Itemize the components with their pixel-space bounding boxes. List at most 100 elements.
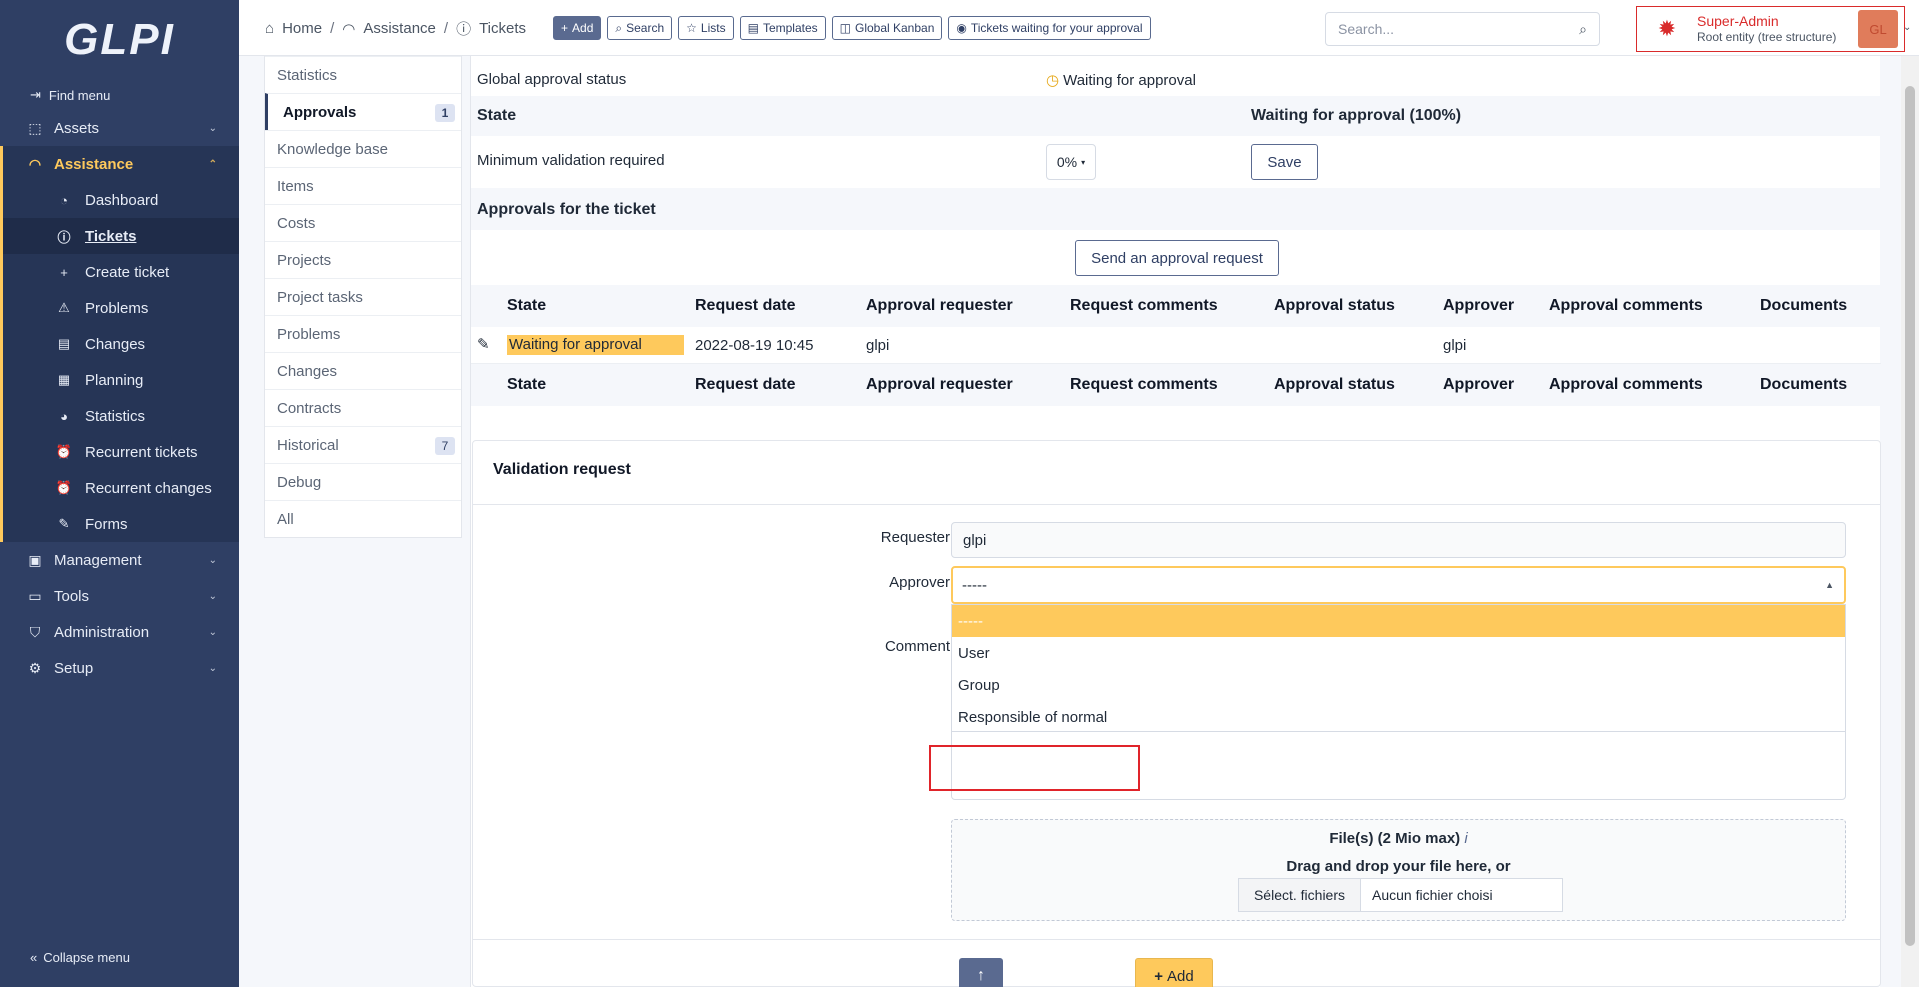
nav-assistance[interactable]: ◠ Assistance ⌃ <box>0 146 239 182</box>
min-validation-select[interactable]: 0% ▾ <box>1046 144 1096 180</box>
user-entity: Root entity (tree structure) <box>1697 30 1837 44</box>
global-approval-label: Global approval status <box>477 71 627 88</box>
avatar[interactable]: GL <box>1858 10 1898 48</box>
headset-icon: ◠ <box>342 20 356 38</box>
plus-icon: + <box>60 264 68 280</box>
add-button[interactable]: + Add <box>553 16 602 40</box>
tab-project-tasks[interactable]: Project tasks <box>265 278 461 315</box>
send-approval-request-button[interactable]: Send an approval request <box>1075 240 1279 276</box>
nav-recurrent-changes[interactable]: ⏰ Recurrent changes <box>3 470 239 506</box>
find-menu-link[interactable]: ⇥ Find menu <box>0 80 239 110</box>
tab-changes[interactable]: Changes <box>265 352 461 389</box>
nav-forms[interactable]: ✎ Forms <box>3 506 239 542</box>
save-button[interactable]: Save <box>1251 144 1318 180</box>
tab-contracts[interactable]: Contracts <box>265 389 461 426</box>
tab-knowledge-base[interactable]: Knowledge base <box>265 130 461 167</box>
nav-assets[interactable]: ⬚ Assets ⌄ <box>0 110 239 146</box>
state-value: Waiting for approval (100%) <box>1251 107 1462 124</box>
nav-management[interactable]: ▣ Management ⌄ <box>0 542 239 578</box>
wallet-icon: ▣ <box>28 551 42 568</box>
clock-icon: ◷ <box>1046 72 1060 89</box>
nav-recurrent-tickets[interactable]: ⏰ Recurrent tickets <box>3 434 239 470</box>
approvals-section-title: Approvals for the ticket <box>477 201 656 218</box>
nav-changes[interactable]: ▤ Changes <box>3 326 239 362</box>
no-file-text: Aucun fichier choisi <box>1372 887 1493 903</box>
choose-files-button[interactable]: Sélect. fichiers <box>1239 879 1361 911</box>
global-search-input[interactable]: Search... ⌕ <box>1325 12 1600 46</box>
tab-label: Changes <box>277 362 338 380</box>
collapse-menu-button[interactable]: « Collapse menu <box>30 950 130 965</box>
bug-icon[interactable]: ✹ <box>1637 16 1697 42</box>
approvals-table-header: State Request date Approval requester Re… <box>471 285 1881 327</box>
breadcrumb-home[interactable]: Home <box>282 20 322 37</box>
col-approval-comments: Approval comments <box>1549 376 1703 393</box>
info-icon[interactable]: i <box>1464 830 1467 847</box>
dropdown-option-user[interactable]: User <box>952 637 1845 669</box>
tab-costs[interactable]: Costs <box>265 204 461 241</box>
add-validation-button[interactable]: + Add <box>1135 958 1213 987</box>
search-placeholder: Search... <box>1338 21 1395 37</box>
breadcrumb-separator: / <box>443 20 449 37</box>
templates-button[interactable]: ▤ Templates <box>739 16 826 40</box>
search-icon[interactable]: ⌕ <box>1579 21 1587 38</box>
page-scrollbar[interactable] <box>1901 56 1919 987</box>
columns-icon: ◫ <box>839 21 851 35</box>
nav-recurrent-changes-label: Recurrent changes <box>85 479 212 497</box>
nav-setup[interactable]: ⚙ Setup ⌄ <box>0 650 239 686</box>
nav-administration[interactable]: ⛉ Administration ⌄ <box>0 614 239 650</box>
tab-approvals[interactable]: Approvals 1 <box>265 93 461 130</box>
scrollbar-thumb[interactable] <box>1905 86 1915 946</box>
top-header: ⌂ Home / ◠ Assistance / ⓘ Tickets + Add ⌕… <box>239 0 1919 56</box>
scroll-top-button[interactable]: ↑ <box>959 958 1003 987</box>
breadcrumb-tickets[interactable]: Tickets <box>479 20 526 37</box>
template-icon: ▤ <box>747 21 759 35</box>
lists-button[interactable]: ☆ Lists <box>678 16 734 40</box>
requester-field[interactable]: glpi <box>951 522 1846 558</box>
col-approval-status: Approval status <box>1274 297 1395 314</box>
plus-icon: + <box>561 21 569 35</box>
arrow-right-icon: ⇥ <box>30 87 41 102</box>
nav-assistance-label: Assistance <box>54 155 134 173</box>
chevron-up-icon: ⌃ <box>208 158 217 170</box>
file-dropzone[interactable]: File(s) (2 Mio max) i Drag and drop your… <box>951 819 1846 921</box>
tab-items[interactable]: Items <box>265 167 461 204</box>
waiting-approval-button[interactable]: ◉ Tickets waiting for your approval <box>948 16 1151 40</box>
approver-select[interactable]: ----- ▲ <box>951 566 1846 604</box>
nav-problems[interactable]: ⚠ Problems <box>3 290 239 326</box>
search-button[interactable]: ⌕ Search <box>607 16 673 40</box>
nav-statistics[interactable]: ◕ Statistics <box>3 398 239 434</box>
tab-debug[interactable]: Debug <box>265 463 461 500</box>
dropdown-option-group[interactable]: Group <box>952 669 1845 701</box>
nav-dashboard[interactable]: ◔ Dashboard <box>3 182 239 218</box>
col-approval-comments: Approval comments <box>1549 297 1703 314</box>
nav-setup-label: Setup <box>54 659 94 677</box>
tab-problems[interactable]: Problems <box>265 315 461 352</box>
edit-icon[interactable]: ✎ <box>477 335 490 353</box>
nav-create-ticket-label: Create ticket <box>85 263 170 281</box>
gauge-icon: ◔ <box>60 192 68 208</box>
tab-label: Statistics <box>277 66 338 84</box>
nav-recurrent-tickets-label: Recurrent tickets <box>85 443 198 461</box>
add-validation-label: Add <box>1167 967 1194 985</box>
nav-tickets[interactable]: ⓘ Tickets <box>3 218 239 254</box>
dropdown-option-none[interactable]: ----- <box>952 605 1845 637</box>
chevron-down-icon[interactable]: ⌄ <box>1903 22 1911 33</box>
tab-projects[interactable]: Projects <box>265 241 461 278</box>
tab-all[interactable]: All <box>265 500 461 537</box>
nav-create-ticket[interactable]: + Create ticket <box>3 254 239 290</box>
requester-label: Requester <box>880 529 950 546</box>
tab-statistics[interactable]: Statistics <box>265 56 461 93</box>
breadcrumb-assistance[interactable]: Assistance <box>363 20 436 37</box>
col-approval-requester: Approval requester <box>866 376 1013 393</box>
tab-historical[interactable]: Historical 7 <box>265 426 461 463</box>
dropdown-option-responsible[interactable]: Responsible of normal <box>952 701 1845 733</box>
validation-request-title: Validation request <box>493 461 631 478</box>
glpi-logo: GLPI <box>64 15 175 64</box>
box-icon: ⬚ <box>28 119 42 136</box>
tab-label: Approvals <box>283 103 357 121</box>
global-kanban-button[interactable]: ◫ Global Kanban <box>831 16 943 40</box>
nav-planning[interactable]: ▦ Planning <box>3 362 239 398</box>
file-input[interactable]: Sélect. fichiers Aucun fichier choisi <box>1238 878 1563 912</box>
cell-request-date: 2022-08-19 10:45 <box>695 337 814 354</box>
nav-tools[interactable]: ▭ Tools ⌄ <box>0 578 239 614</box>
